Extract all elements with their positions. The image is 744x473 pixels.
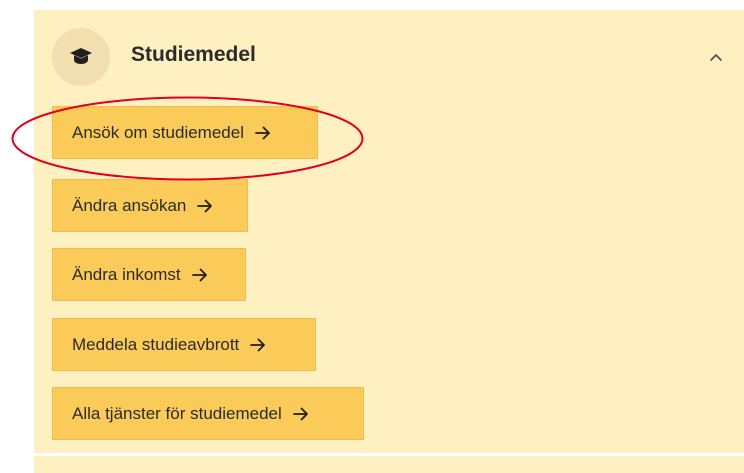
button-label: Ändra inkomst [72, 264, 181, 284]
next-panel [34, 456, 744, 473]
arrow-right-icon [292, 407, 308, 420]
arrow-right-icon [197, 199, 213, 212]
arrow-right-icon [255, 126, 270, 139]
chevron-up-icon[interactable] [707, 48, 725, 66]
button-label: Meddela studieavbrott [72, 334, 240, 354]
change-income-button[interactable]: Ändra inkomst [52, 248, 246, 301]
section-title: Studiemedel [131, 43, 256, 66]
graduation-cap-icon [52, 28, 110, 86]
report-study-break-button[interactable]: Meddela studieavbrott [52, 318, 316, 371]
button-label: Ändra ansökan [72, 195, 187, 215]
page: Studiemedel Ansök om studiemedel Ändra a… [0, 0, 744, 473]
arrow-right-icon [191, 268, 207, 281]
studiemedel-accordion-header[interactable]: Studiemedel [52, 28, 744, 88]
button-label: Alla tjänster för studiemedel [72, 403, 282, 423]
button-label: Ansök om studiemedel [72, 122, 244, 142]
apply-studiemedel-button[interactable]: Ansök om studiemedel [52, 106, 318, 159]
all-studiemedel-services-button[interactable]: Alla tjänster för studiemedel [52, 387, 364, 440]
change-application-button[interactable]: Ändra ansökan [52, 179, 248, 232]
arrow-right-icon [250, 338, 266, 351]
